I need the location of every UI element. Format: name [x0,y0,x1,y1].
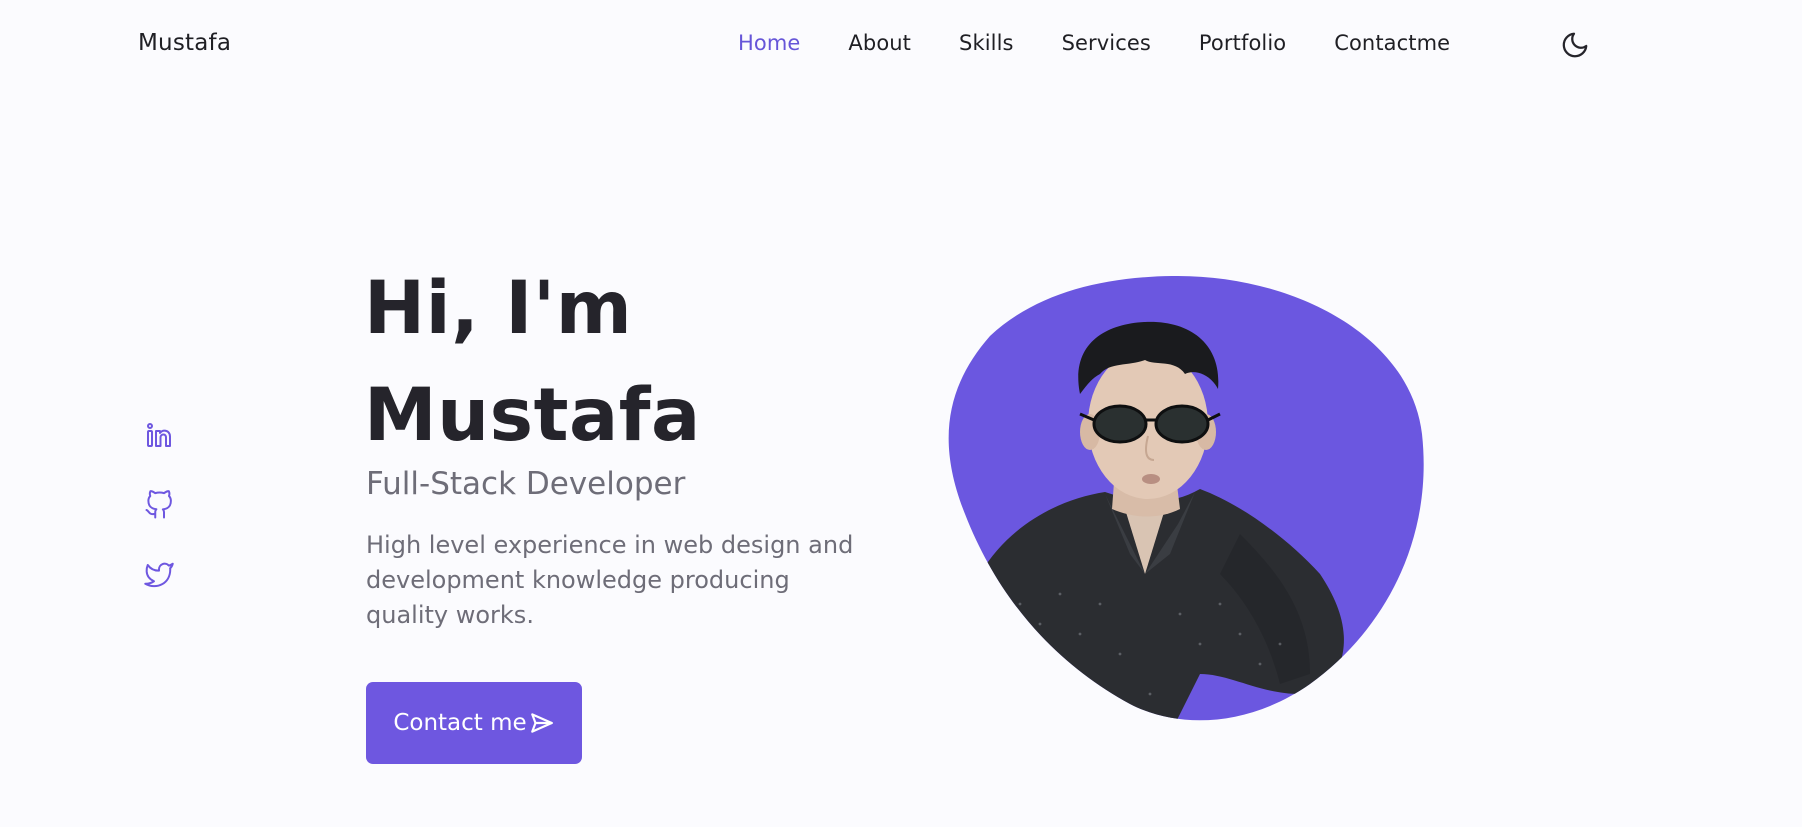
profile-blob [940,274,1430,726]
page: Mustafa Home About Skills Services Portf… [0,0,1802,827]
nav-item-skills[interactable]: Skills [959,31,1014,55]
moon-icon[interactable] [1560,30,1590,60]
hero-title-line2: Mustafa [364,373,701,458]
nav-item-services[interactable]: Services [1062,31,1151,55]
social-links [144,420,174,590]
main-nav: Home About Skills Services Portfolio Con… [738,31,1498,55]
hero-title: Hi, I'm Mustafa [364,255,701,469]
send-icon [530,713,553,733]
contact-me-label: Contact me [393,710,527,736]
nav-item-about[interactable]: About [848,31,911,55]
contact-me-button[interactable]: Contact me [366,682,582,764]
twitter-icon[interactable] [144,560,174,590]
linkedin-icon[interactable] [144,420,174,450]
nav-item-portfolio[interactable]: Portfolio [1199,31,1286,55]
hero-title-line1: Hi, I'm [364,266,633,351]
hero-subtitle: Full-Stack Developer [366,466,686,502]
nav-item-contactme[interactable]: Contactme [1334,31,1450,55]
github-icon[interactable] [144,490,174,520]
logo[interactable]: Mustafa [138,30,231,56]
nav-item-home[interactable]: Home [738,31,800,55]
hero-description: High level experience in web design and … [366,531,854,629]
